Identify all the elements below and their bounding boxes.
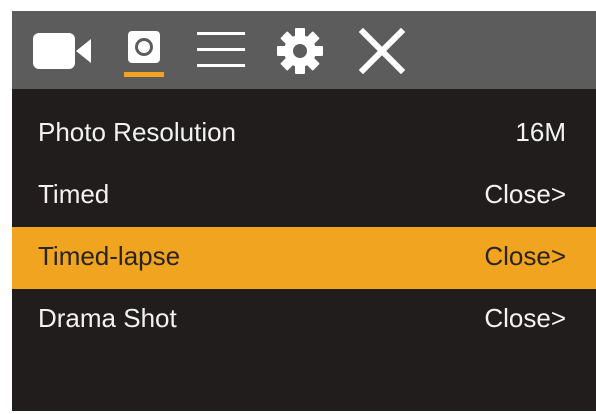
- gear-icon[interactable]: [276, 27, 324, 75]
- menu-item-value: 16M: [515, 117, 566, 147]
- menu-item-timed[interactable]: Timed Close>: [12, 165, 596, 227]
- menu-item-label: Photo Resolution: [38, 117, 237, 147]
- camera-settings-screen: Photo Resolution 16M Timed Close> Timed-…: [12, 11, 596, 411]
- video-camera-icon[interactable]: [32, 31, 92, 71]
- menu-list-icon[interactable]: [195, 29, 247, 71]
- photo-mode-icon[interactable]: [120, 27, 168, 81]
- menu-item-label: Drama Shot: [38, 303, 177, 333]
- photo-settings-list: Photo Resolution 16M Timed Close> Timed-…: [12, 103, 596, 351]
- menu-item-label: Timed: [38, 179, 110, 209]
- mode-toolbar: [12, 11, 596, 89]
- menu-item-value: Close>: [484, 241, 566, 271]
- active-tab-underline: [124, 72, 164, 77]
- menu-item-photo-resolution[interactable]: Photo Resolution 16M: [12, 103, 596, 165]
- menu-item-drama-shot[interactable]: Drama Shot Close>: [12, 289, 596, 351]
- menu-item-value: Close>: [484, 179, 566, 209]
- menu-item-value: Close>: [484, 303, 566, 333]
- close-icon[interactable]: [359, 28, 405, 74]
- menu-item-timed-lapse[interactable]: Timed-lapse Close>: [12, 227, 596, 289]
- menu-item-label: Timed-lapse: [38, 241, 181, 271]
